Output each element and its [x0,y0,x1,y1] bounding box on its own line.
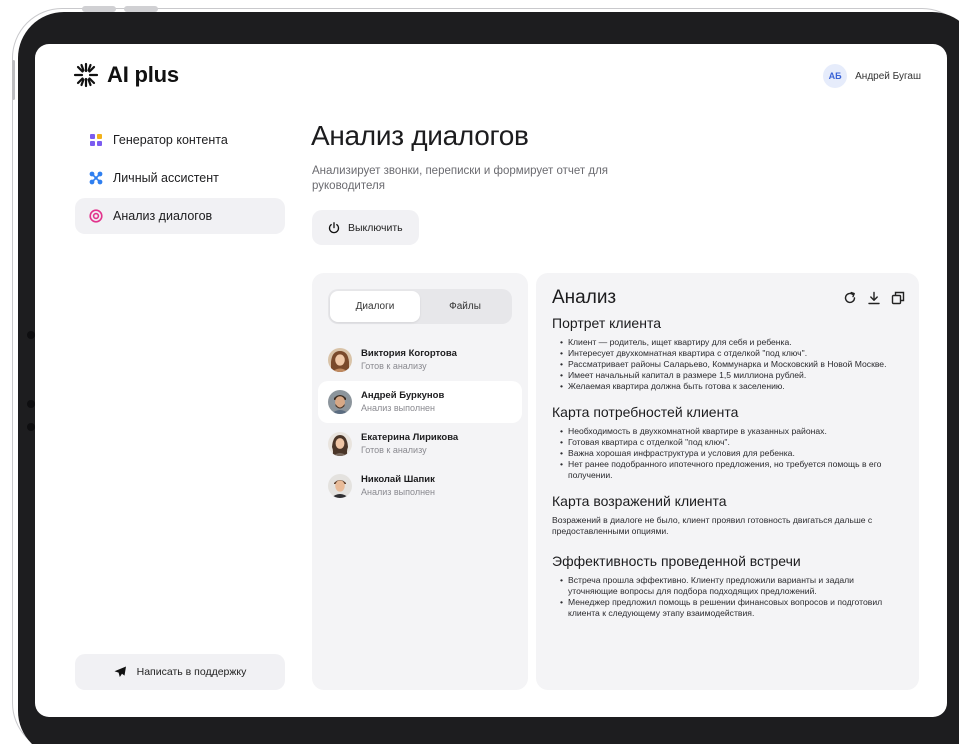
user-name: Андрей Бугаш [855,70,921,82]
sidebar-item-content-generator[interactable]: Генератор контента [75,122,285,158]
sidebar: Генератор контента Личный ассистент Анал… [75,122,285,236]
list-item: Важна хорошая инфраструктура и условия д… [560,448,903,459]
avatar [328,348,352,372]
grid-icon [90,134,102,146]
dialogs-panel: Диалоги Файлы Виктория Когортова Готов к… [312,273,528,690]
page-subtitle: Анализирует звонки, переписки и формируе… [312,165,609,192]
avatar: АБ [823,64,848,88]
target-icon [89,209,103,223]
list-item[interactable]: Екатерина Лирикова Готов к анализу [318,423,522,465]
contact-status: Анализ выполнен [361,487,436,497]
section-text: Возражений в диалоге не было, клиент про… [552,515,873,536]
list-item[interactable]: Виктория Когортова Готов к анализу [318,339,522,381]
download-icon[interactable] [867,291,881,305]
list-item[interactable]: Андрей Буркунов Анализ выполнен [318,381,522,423]
sidebar-item-label: Личный ассистент [113,171,219,185]
list-item: Менеджер предложил помощь в решении фина… [560,597,903,619]
list-item: Нет ранее подобранного ипотечного предло… [560,459,903,481]
contact-list: Виктория Когортова Готов к анализу Андре… [318,339,522,507]
sidebar-item-label: Генератор контента [113,133,228,147]
sparkle-logo-icon [73,62,99,88]
power-icon [328,221,340,233]
list-item: Интересует двухкомнатная квартира с отде… [560,348,903,359]
sidebar-item-dialog-analysis[interactable]: Анализ диалогов [75,198,285,234]
side-button [12,60,15,100]
tab-dialogs[interactable]: Диалоги [330,291,420,322]
tab-files[interactable]: Файлы [420,291,510,322]
refresh-icon[interactable] [843,291,857,305]
bullet-list: Клиент — родитель, ищет квартиру для себ… [552,337,903,392]
avatar [328,390,352,414]
contact-name: Екатерина Лирикова [361,432,459,443]
contact-status: Готов к анализу [361,361,427,371]
list-item: Желаемая квартира должна быть готова к з… [560,381,903,392]
analysis-panel: Анализ Портрет клиента Клиент — родитель… [536,273,919,690]
sensor-dot [27,423,35,431]
list-item: Клиент — родитель, ищет квартиру для себ… [560,337,903,348]
power-label: Выключить [348,221,403,234]
send-icon [114,666,126,677]
section-title: Портрет клиента [552,315,661,331]
power-off-button[interactable]: Выключить [312,210,419,245]
copy-icon[interactable] [891,291,905,305]
contact-name: Андрей Буркунов [361,390,445,401]
section-title: Эффективность проведенной встречи [552,553,801,569]
contact-status: Готов к анализу [361,445,427,455]
sensor-dot [27,400,35,408]
dialogs-tabs: Диалоги Файлы [328,289,512,324]
sidebar-item-personal-assistant[interactable]: Личный ассистент [75,160,285,196]
list-item: Необходимость в двухкомнатной квартире в… [560,426,903,437]
support-button[interactable]: Написать в поддержку [75,654,285,690]
avatar [328,432,352,456]
list-item[interactable]: Николай Шапик Анализ выполнен [318,465,522,507]
page-title: Анализ диалогов [311,120,529,151]
bullet-list: Встреча прошла эффективно. Клиенту предл… [552,575,903,619]
avatar [328,474,352,498]
support-label: Написать в поддержку [136,666,247,678]
sidebar-item-label: Анализ диалогов [113,209,213,223]
list-item: Встреча прошла эффективно. Клиенту предл… [560,575,903,597]
bullet-list: Необходимость в двухкомнатной квартире в… [552,426,903,481]
brand-name: AI plus [107,62,179,87]
contact-name: Виктория Когортова [361,348,457,359]
analysis-toolbar [843,291,905,305]
list-item: Рассматривает районы Саларьево, Коммунар… [560,359,903,370]
user-profile[interactable]: АБ Андрей Бугаш [823,64,921,88]
section-title: Карта потребностей клиента [552,404,739,420]
section-title: Карта возражений клиента [552,493,727,509]
list-item: Готовая квартира с отделкой "под ключ". [560,437,903,448]
volume-button [82,6,116,12]
sensor-dot [27,331,35,339]
contact-name: Николай Шапик [361,474,435,485]
nodes-icon [89,171,103,185]
brand-logo[interactable]: AI plus [73,62,179,88]
app-screen: AI plus АБ Андрей Бугаш Генератор контен… [35,44,947,717]
contact-status: Анализ выполнен [361,403,436,413]
list-item: Имеет начальный капитал в размере 1,5 ми… [560,370,903,381]
volume-button [124,6,158,12]
